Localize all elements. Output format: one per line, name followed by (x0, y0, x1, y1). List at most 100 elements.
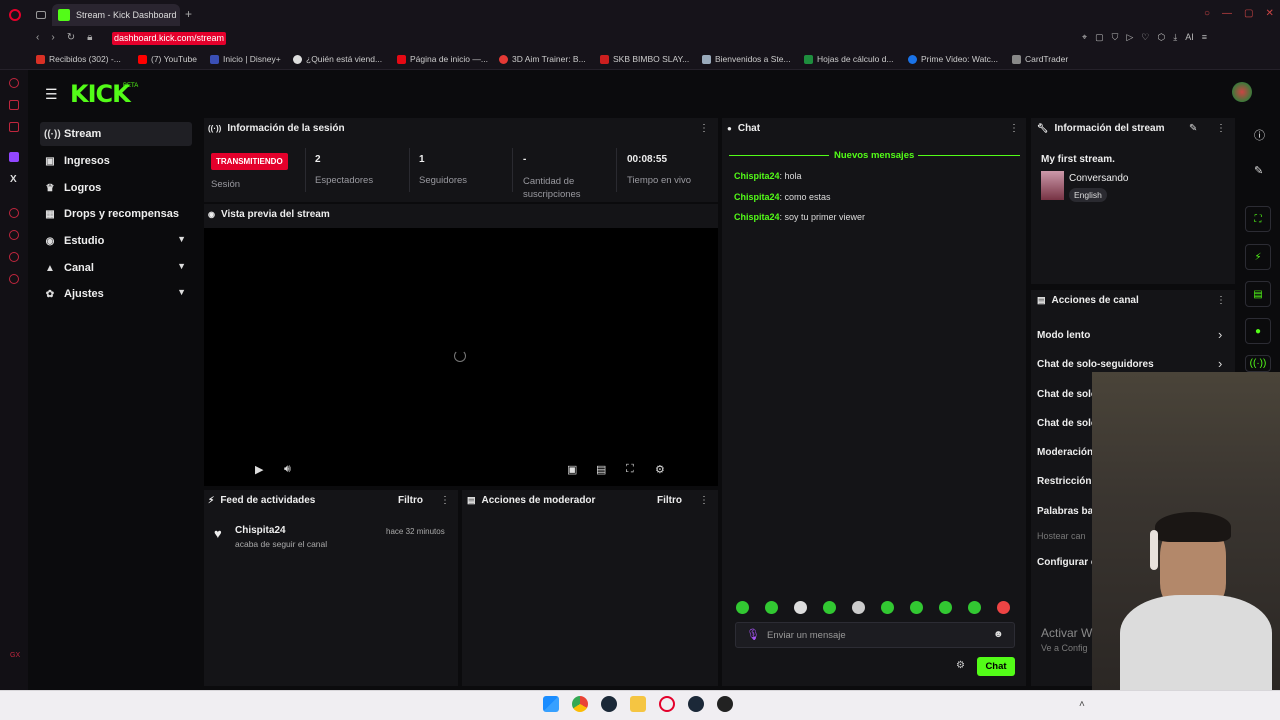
opera-gx-icon[interactable] (659, 696, 675, 712)
settings-side-icon[interactable] (9, 274, 19, 284)
chat-username[interactable]: Chispita24 (734, 212, 780, 222)
emote-icon[interactable] (881, 601, 894, 614)
action-moderation[interactable]: Moderación (1037, 447, 1093, 458)
more-options-icon[interactable]: ⋮ (1009, 123, 1019, 134)
emote-icon[interactable] (823, 601, 836, 614)
chat-settings-icon[interactable]: ⚙ (956, 660, 965, 671)
microphone-icon[interactable]: 🎙︎ (746, 628, 760, 641)
bookmark-whos-watching[interactable]: ¿Quién está viend... (293, 54, 382, 64)
heart-icon[interactable]: ♡ (1141, 32, 1149, 43)
pip-icon[interactable]: ▣ (567, 463, 577, 476)
action-chat-solo-2[interactable]: Chat de solo (1037, 418, 1097, 429)
bookmark-steam[interactable]: Bienvenidos a Ste... (702, 54, 791, 64)
messenger-icon[interactable] (9, 100, 19, 110)
steam-icon[interactable] (601, 696, 617, 712)
edit-pencil-icon[interactable]: ✎ (1254, 164, 1263, 177)
volume-icon[interactable]: 🔊︎ (284, 463, 291, 476)
info-icon[interactable]: ⓘ (1254, 127, 1265, 143)
file-explorer-icon[interactable] (630, 696, 646, 712)
back-icon[interactable]: ‹ (36, 32, 39, 43)
close-icon[interactable]: ✕ (1266, 8, 1274, 19)
chat-bubble-icon[interactable]: ● (1245, 318, 1271, 344)
opera-logo-icon[interactable] (9, 9, 21, 21)
chevron-right-icon[interactable]: › (1218, 327, 1222, 342)
play-button-icon[interactable]: ▶ (255, 463, 263, 476)
category-name[interactable]: Conversando (1069, 173, 1128, 184)
windows-start-icon[interactable] (543, 696, 559, 712)
sidebar-item-stream[interactable]: ((·)) Stream (40, 122, 192, 146)
clock-icon[interactable] (9, 230, 19, 240)
history-icon[interactable] (9, 208, 19, 218)
emote-icon[interactable] (939, 601, 952, 614)
play-icon[interactable]: ▷ (1126, 32, 1133, 43)
gx-icon[interactable]: GX (10, 652, 20, 659)
tab-switcher-icon[interactable] (36, 11, 46, 19)
sidebar-item-logros[interactable]: ♛ Logros (40, 176, 192, 200)
mod-filter-button[interactable]: Filtro (657, 495, 682, 506)
bookmark-cardtrader[interactable]: CardTrader (1012, 54, 1068, 64)
url-field[interactable]: dashboard.kick.com/stream (112, 32, 227, 45)
menu-icon[interactable]: ≡ (1202, 32, 1207, 43)
reload-icon[interactable]: ↻ (67, 32, 75, 43)
sidebar-item-estudio[interactable]: ◉ Estudio ▼ (40, 229, 192, 253)
minimize-icon[interactable]: — (1222, 8, 1232, 19)
bookmark-netflix[interactable]: Página de inicio —... (397, 54, 488, 64)
bookmark-youtube[interactable]: (7) YouTube (138, 54, 197, 64)
chat-username[interactable]: Chispita24 (734, 192, 780, 202)
bookmark-gmail[interactable]: Recibidos (302) -... (36, 54, 121, 64)
action-restriction[interactable]: Restricción (1037, 476, 1091, 487)
bookmark-aim-trainer[interactable]: 3D Aim Trainer: B... (499, 54, 586, 64)
action-slow-mode[interactable]: Modo lento (1037, 330, 1090, 341)
sidebar-item-ingresos[interactable]: ▣ Ingresos (40, 149, 192, 173)
search-icon[interactable]: ○ (1204, 8, 1210, 19)
more-options-icon[interactable]: ⋮ (440, 495, 450, 506)
maximize-icon[interactable]: ▢ (1244, 8, 1253, 19)
action-chat-solo-1[interactable]: Chat de solo (1037, 389, 1097, 400)
document-icon[interactable]: ▤ (1245, 281, 1271, 307)
sidebar-item-drops[interactable]: ▦ Drops y recompensas (40, 202, 192, 226)
bookmark-sheets[interactable]: Hojas de cálculo d... (804, 54, 894, 64)
avatar[interactable] (1232, 82, 1252, 102)
more-options-icon[interactable]: ⋮ (699, 123, 709, 134)
edit-pencil-icon[interactable]: ✎ (1189, 123, 1197, 134)
send-chat-button[interactable]: Chat (977, 657, 1015, 676)
settings-gear-icon[interactable]: ⚙ (655, 463, 665, 476)
action-banned-words[interactable]: Palabras ba (1037, 506, 1093, 517)
twitch-icon[interactable] (9, 152, 19, 162)
more-options-icon[interactable]: ⋮ (1216, 123, 1226, 134)
shield-icon[interactable]: ⛉ (1112, 32, 1119, 43)
emote-icon[interactable] (910, 601, 923, 614)
x-icon[interactable]: X (10, 174, 17, 185)
broadcast-icon[interactable]: ((·)) (1245, 355, 1271, 372)
emote-icon[interactable] (794, 601, 807, 614)
extensions-icon[interactable]: ⬡ (1157, 32, 1165, 43)
browser-tab[interactable]: Stream - Kick Dashboard (52, 4, 180, 26)
ai-icon[interactable]: AI (1185, 32, 1194, 43)
activity-user[interactable]: Chispita24 (235, 525, 286, 536)
steam-icon[interactable] (688, 696, 704, 712)
hamburger-menu-icon[interactable]: ☰ (45, 86, 58, 103)
app-icon[interactable] (717, 696, 733, 712)
emote-icon[interactable] (852, 601, 865, 614)
heart-side-icon[interactable] (9, 252, 19, 262)
action-followers-only[interactable]: Chat de solo-seguidores (1037, 359, 1154, 370)
theater-mode-icon[interactable]: ▤ (596, 463, 606, 476)
category-thumbnail[interactable] (1041, 171, 1064, 200)
emote-icon[interactable] (736, 601, 749, 614)
kick-logo[interactable]: KICK (70, 80, 131, 108)
new-tab-button[interactable]: + (185, 7, 192, 21)
action-host-channel[interactable]: Hostear can (1037, 531, 1086, 541)
bolt-icon[interactable]: ⚡︎ (1245, 244, 1271, 270)
tray-chevron-up-icon[interactable]: ˄ (1079, 699, 1085, 710)
forward-icon[interactable]: › (51, 32, 54, 43)
aria-icon[interactable] (9, 78, 19, 88)
sidebar-item-canal[interactable]: ▲ Canal ▼ (40, 256, 192, 280)
bookmark-skb[interactable]: SKB BIMBO SLAY... (600, 54, 689, 64)
fullscreen-icon[interactable]: ⛶ (626, 463, 634, 476)
pin-icon[interactable]: ⌖ (1082, 32, 1087, 43)
chrome-icon[interactable] (572, 696, 588, 712)
chat-username[interactable]: Chispita24 (734, 171, 780, 181)
chevron-right-icon[interactable]: › (1218, 356, 1222, 371)
more-options-icon[interactable]: ⋮ (1216, 295, 1226, 306)
bookmark-prime[interactable]: Prime Video: Watc... (908, 54, 998, 64)
